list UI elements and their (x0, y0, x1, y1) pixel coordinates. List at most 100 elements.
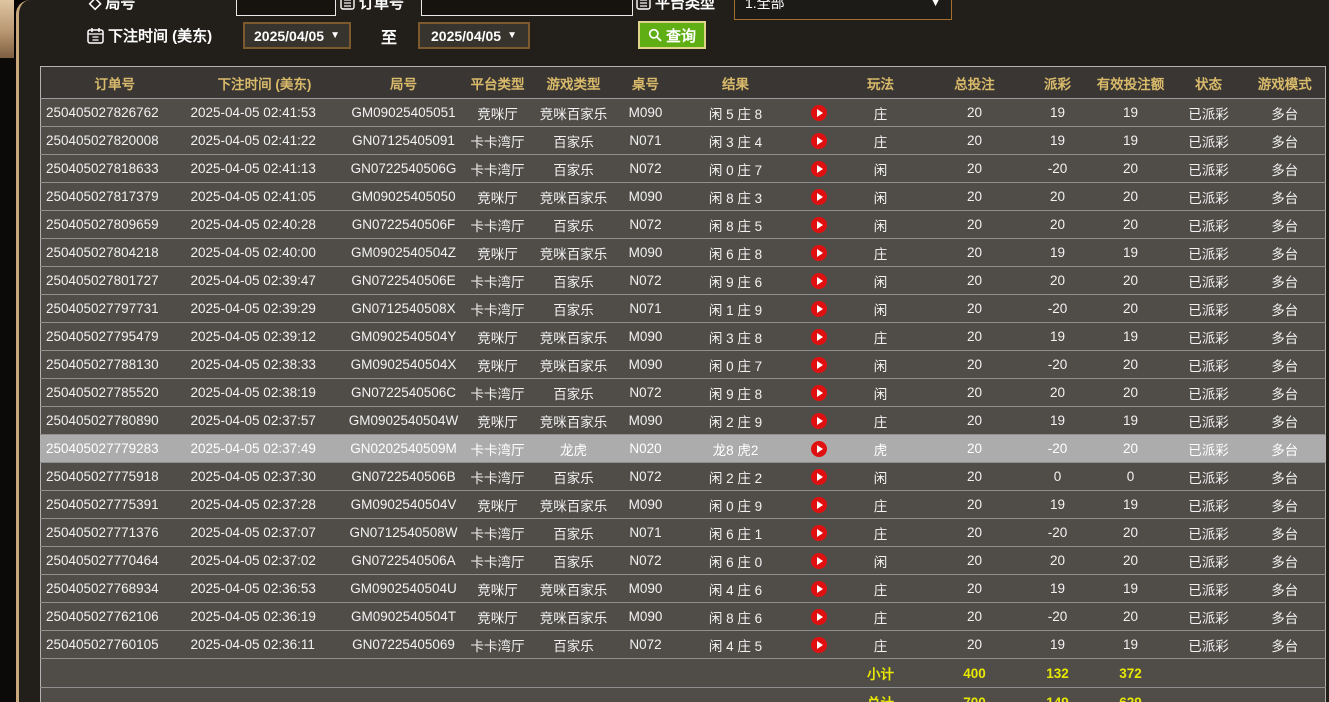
video-play-icon[interactable] (811, 413, 827, 429)
video-play-icon[interactable] (811, 301, 827, 317)
table-row[interactable]: 2504050277601052025-04-05 02:36:11GN0722… (41, 631, 1326, 659)
game-mode: 多台 (1245, 183, 1326, 211)
grand-total-row-empty-cell (619, 688, 673, 702)
valid-bet: 20 (1089, 603, 1173, 631)
video-play-icon[interactable] (811, 553, 827, 569)
video-play-icon[interactable] (811, 161, 827, 177)
order-number: 250405027775918 (41, 463, 189, 491)
round-number: GM0902540504Z (341, 239, 467, 267)
game-result: 闲 0 庄 7 (673, 351, 799, 379)
valid-bet: 20 (1089, 183, 1173, 211)
date-to-picker[interactable]: 2025/04/05 ▼ (418, 22, 530, 49)
video-play-icon[interactable] (811, 497, 827, 513)
grand-total-row-empty-cell (341, 688, 467, 702)
round-number: GN0722540506A (341, 547, 467, 575)
table-row[interactable]: 2504050278186332025-04-05 02:41:13GN0722… (41, 155, 1326, 183)
order-no-input[interactable] (421, 0, 633, 16)
video-play-icon[interactable] (811, 385, 827, 401)
table-row[interactable]: 2504050277704642025-04-05 02:37:02GN0722… (41, 547, 1326, 575)
video-play-cell (799, 239, 839, 267)
game-result: 闲 4 庄 5 (673, 631, 799, 659)
play-side: 庄 (839, 323, 923, 351)
total-bet: 20 (923, 547, 1027, 575)
video-play-icon[interactable] (811, 469, 827, 485)
video-play-cell (799, 99, 839, 127)
platform-type-label-group: 平台类型 (636, 0, 715, 13)
table-row[interactable]: 2504050277977312025-04-05 02:39:29GN0712… (41, 295, 1326, 323)
bet-time: 2025-04-05 02:41:13 (189, 155, 341, 183)
grand-total-row-empty-cell (673, 688, 799, 702)
game-type: 竞咪百家乐 (529, 351, 619, 379)
table-row[interactable]: 2504050278267622025-04-05 02:41:53GM0902… (41, 99, 1326, 127)
col-header-status: 状态 (1173, 67, 1245, 99)
table-row[interactable]: 2504050277753912025-04-05 02:37:28GM0902… (41, 491, 1326, 519)
subtotal-row-empty-cell (467, 659, 529, 688)
table-row[interactable]: 2504050277792832025-04-05 02:37:49GN0202… (41, 435, 1326, 463)
game-mode: 多台 (1245, 267, 1326, 295)
video-play-icon[interactable] (811, 189, 827, 205)
order-number: 250405027785520 (41, 379, 189, 407)
table-row[interactable]: 2504050277689342025-04-05 02:36:53GM0902… (41, 575, 1326, 603)
table-row[interactable]: 2504050278173792025-04-05 02:41:05GM0902… (41, 183, 1326, 211)
platform-type: 卡卡湾厅 (467, 267, 529, 295)
col-header-table: 桌号 (619, 67, 673, 99)
grand-total-row-empty-cell (1245, 688, 1326, 702)
table-row[interactable]: 2504050277621062025-04-05 02:36:19GM0902… (41, 603, 1326, 631)
table-row[interactable]: 2504050277881302025-04-05 02:38:33GM0902… (41, 351, 1326, 379)
video-play-icon[interactable] (811, 329, 827, 345)
total-bet: 20 (923, 267, 1027, 295)
platform-type: 卡卡湾厅 (467, 631, 529, 659)
video-play-icon[interactable] (811, 637, 827, 653)
video-play-icon[interactable] (811, 133, 827, 149)
game-result: 闲 9 庄 6 (673, 267, 799, 295)
play-side: 闲 (839, 351, 923, 379)
table-row[interactable]: 2504050278017272025-04-05 02:39:47GN0722… (41, 267, 1326, 295)
video-play-icon[interactable] (811, 245, 827, 261)
game-type: 竞咪百家乐 (529, 99, 619, 127)
table-row[interactable]: 2504050278042182025-04-05 02:40:00GM0902… (41, 239, 1326, 267)
payout: 20 (1027, 547, 1089, 575)
subtotal-row-empty-cell (1245, 659, 1326, 688)
background-dim (0, 58, 16, 702)
valid-bet: 19 (1089, 99, 1173, 127)
status: 已派彩 (1173, 547, 1245, 575)
total-bet: 20 (923, 323, 1027, 351)
table-number: M090 (619, 183, 673, 211)
grand-total-row-empty-cell (41, 688, 189, 702)
table-row[interactable]: 2504050277713762025-04-05 02:37:07GN0712… (41, 519, 1326, 547)
video-play-cell (799, 351, 839, 379)
order-number: 250405027775391 (41, 491, 189, 519)
table-row[interactable]: 2504050278096592025-04-05 02:40:28GN0722… (41, 211, 1326, 239)
table-row[interactable]: 2504050277855202025-04-05 02:38:19GN0722… (41, 379, 1326, 407)
platform-type-label: 平台类型 (655, 0, 715, 13)
table-row[interactable]: 2504050278200082025-04-05 02:41:22GN0712… (41, 127, 1326, 155)
table-row[interactable]: 2504050277808902025-04-05 02:37:57GM0902… (41, 407, 1326, 435)
game-no-input[interactable] (236, 0, 336, 16)
game-mode: 多台 (1245, 519, 1326, 547)
grand-total-row-valid: 629 (1089, 688, 1173, 702)
game-type: 龙虎 (529, 435, 619, 463)
video-play-cell (799, 127, 839, 155)
table-row[interactable]: 2504050277759182025-04-05 02:37:30GN0722… (41, 463, 1326, 491)
video-play-icon[interactable] (811, 609, 827, 625)
platform-type: 竞咪厅 (467, 239, 529, 267)
round-number: GN0202540509M (341, 435, 467, 463)
video-play-icon[interactable] (811, 105, 827, 121)
video-play-icon[interactable] (811, 217, 827, 233)
platform-type-select[interactable]: 1.全部 ▼ (734, 0, 952, 20)
platform-type: 竞咪厅 (467, 491, 529, 519)
date-from-picker[interactable]: 2025/04/05 ▼ (243, 22, 351, 49)
video-play-icon[interactable] (811, 441, 827, 457)
status: 已派彩 (1173, 183, 1245, 211)
search-button[interactable]: 查询 (638, 21, 706, 49)
platform-type: 竞咪厅 (467, 183, 529, 211)
table-row[interactable]: 2504050277954792025-04-05 02:39:12GM0902… (41, 323, 1326, 351)
video-play-icon[interactable] (811, 525, 827, 541)
order-no-label-group: 订单号 (340, 0, 404, 13)
valid-bet: 20 (1089, 435, 1173, 463)
bet-time: 2025-04-05 02:37:28 (189, 491, 341, 519)
video-play-icon[interactable] (811, 273, 827, 289)
video-play-icon[interactable] (811, 357, 827, 373)
video-play-icon[interactable] (811, 581, 827, 597)
game-type: 竞咪百家乐 (529, 239, 619, 267)
